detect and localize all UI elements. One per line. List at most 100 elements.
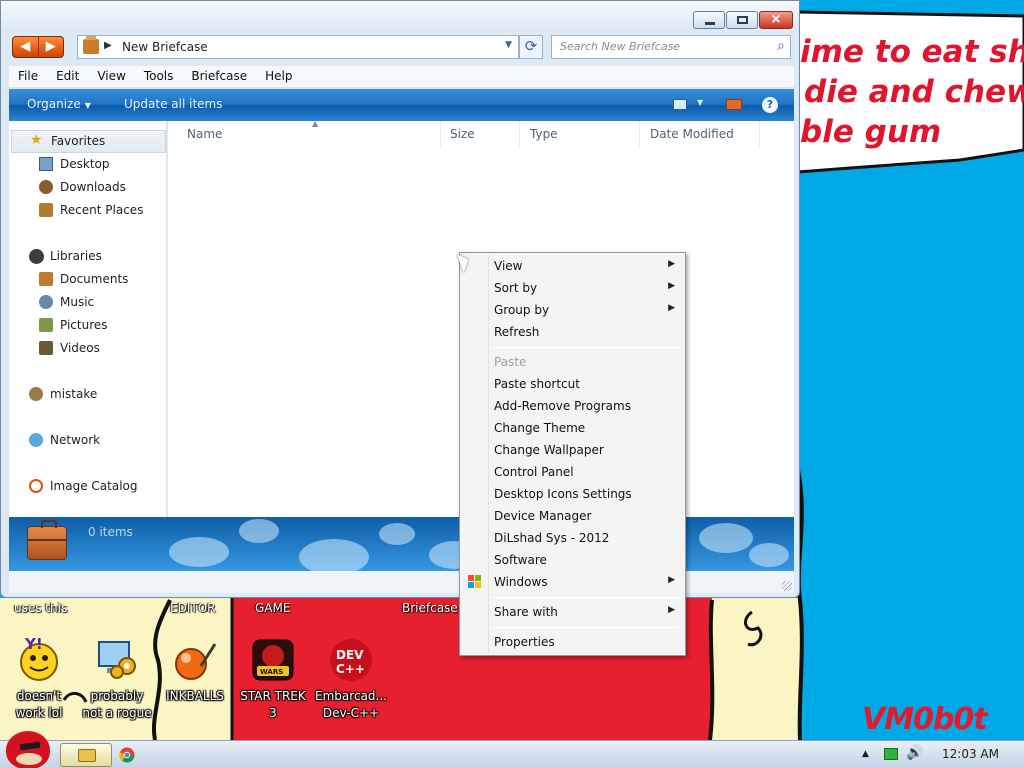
- view-options-dropdown-icon[interactable]: ▼: [697, 98, 703, 107]
- menu-item-label: Paste shortcut: [494, 377, 580, 391]
- taskbar-explorer-button[interactable]: [60, 743, 112, 767]
- star-wars-icon: WARS: [249, 636, 297, 684]
- start-button-angry-bird-icon[interactable]: [6, 731, 50, 768]
- nav-image-catalog-label: Image Catalog: [50, 479, 138, 493]
- change-view-icon[interactable]: [673, 99, 687, 110]
- desktop-icon-inkballs[interactable]: INKBALLS: [157, 636, 233, 705]
- taskbar-clock[interactable]: 12:03 AM: [942, 747, 999, 761]
- menu-item-refresh[interactable]: Refresh: [462, 321, 683, 343]
- window-titlebar[interactable]: ×: [1, 1, 799, 31]
- menu-view[interactable]: View: [88, 66, 134, 87]
- menu-briefcase[interactable]: Briefcase: [182, 66, 256, 87]
- volume-icon[interactable]: 🔊: [906, 745, 923, 761]
- menu-item-label: Sort by: [494, 281, 538, 295]
- nav-documents[interactable]: Documents: [9, 268, 167, 291]
- menu-item-group-by[interactable]: Group by ▶: [462, 299, 683, 321]
- menu-item-desktop-icons-settings[interactable]: Desktop Icons Settings: [462, 483, 683, 505]
- nav-desktop[interactable]: Desktop: [9, 153, 167, 176]
- desktop-icon-computer[interactable]: probably not a rogue: [79, 636, 155, 722]
- preview-pane-icon[interactable]: [726, 99, 742, 110]
- back-arrow-icon[interactable]: ◀: [13, 37, 38, 57]
- search-box[interactable]: ⌕: [551, 35, 791, 59]
- wallpaper-signature: VM0b0t: [862, 702, 988, 737]
- minimize-button[interactable]: [693, 11, 725, 29]
- nav-favorites[interactable]: ★ Favorites: [11, 130, 166, 153]
- menu-item-change-theme[interactable]: Change Theme: [462, 417, 683, 439]
- help-icon[interactable]: ?: [762, 97, 778, 113]
- submenu-arrow-icon: ▶: [668, 605, 675, 615]
- menu-item-windows[interactable]: Windows ▶: [462, 571, 683, 593]
- organize-button[interactable]: Organize ▼: [27, 97, 91, 111]
- menu-item-change-wallpaper[interactable]: Change Wallpaper: [462, 439, 683, 461]
- menu-item-properties[interactable]: Properties: [462, 631, 683, 653]
- nav-libraries[interactable]: Libraries: [9, 245, 167, 268]
- address-bar[interactable]: ▶ New Briefcase ▼: [77, 35, 519, 59]
- nav-favorites-label: Favorites: [51, 134, 106, 148]
- column-size-label: Size: [450, 127, 475, 141]
- breadcrumb-separator-icon[interactable]: ▶: [104, 40, 112, 51]
- desktop-icon-label: STAR TREK 3: [240, 689, 306, 720]
- decor-bubble: [379, 523, 415, 545]
- column-header-date-modified[interactable]: Date Modified: [639, 121, 760, 147]
- nav-network-label: Network: [50, 433, 101, 447]
- libraries-icon: [29, 249, 44, 264]
- menu-item-device-manager[interactable]: Device Manager: [462, 505, 683, 527]
- menu-item-view[interactable]: View ▶: [462, 255, 683, 277]
- nav-recent-places[interactable]: Recent Places: [9, 199, 167, 222]
- menu-item-label: View: [494, 259, 523, 273]
- inkball-icon: [171, 636, 219, 684]
- close-button[interactable]: ×: [759, 11, 793, 29]
- nav-music[interactable]: Music: [9, 291, 167, 314]
- menu-item-sort-by[interactable]: Sort by ▶: [462, 277, 683, 299]
- nav-mistake[interactable]: mistake: [9, 383, 167, 406]
- resize-grip-icon[interactable]: [782, 581, 792, 591]
- desktop-icon-star-trek[interactable]: WARS STAR TREK 3: [235, 636, 311, 722]
- menu-tools[interactable]: Tools: [135, 66, 183, 87]
- menu-help[interactable]: Help: [256, 66, 301, 87]
- nav-pictures-label: Pictures: [60, 318, 108, 332]
- nav-network[interactable]: Network: [9, 429, 167, 452]
- context-menu: View ▶ Sort by ▶ Group by ▶ Refresh Paste P…: [459, 252, 686, 656]
- search-input[interactable]: [560, 40, 770, 53]
- desktop-icon-yahoo[interactable]: Y! doesn't work lol: [1, 635, 77, 722]
- menu-item-label: DiLshad Sys - 2012: [494, 531, 610, 545]
- nav-downloads[interactable]: Downloads: [9, 176, 167, 199]
- column-header-type[interactable]: Type: [519, 121, 640, 147]
- menu-item-control-panel[interactable]: Control Panel: [462, 461, 683, 483]
- update-all-button[interactable]: Update all items: [124, 97, 222, 111]
- nav-pictures[interactable]: Pictures: [9, 314, 167, 337]
- menu-item-paste: Paste: [462, 351, 683, 373]
- nav-libraries-label: Libraries: [50, 249, 102, 263]
- network-status-icon[interactable]: [884, 748, 898, 760]
- forward-arrow-icon[interactable]: ▶: [37, 37, 64, 57]
- menu-separator: [491, 597, 682, 598]
- menu-file[interactable]: File: [9, 66, 47, 87]
- menu-item-software[interactable]: Software: [462, 549, 683, 571]
- menu-item-add-remove-programs[interactable]: Add-Remove Programs: [462, 395, 683, 417]
- nav-videos[interactable]: Videos: [9, 337, 167, 360]
- nav-image-catalog[interactable]: Image Catalog: [9, 475, 167, 498]
- svg-text:Y!: Y!: [24, 636, 43, 653]
- breadcrumb[interactable]: New Briefcase: [122, 40, 208, 54]
- menu-item-paste-shortcut[interactable]: Paste shortcut: [462, 373, 683, 395]
- column-header-name[interactable]: Name ▲: [176, 119, 441, 147]
- menu-item-label: Control Panel: [494, 465, 574, 479]
- nav-mistake-label: mistake: [50, 387, 98, 401]
- menu-item-dilshad-sys[interactable]: DiLshad Sys - 2012: [462, 527, 683, 549]
- decor-bubble: [239, 519, 279, 543]
- panel-label-uses-this: uses this: [14, 601, 68, 615]
- sort-ascending-icon: ▲: [312, 119, 319, 128]
- menu-item-label: Windows: [494, 575, 548, 589]
- menu-item-share-with[interactable]: Share with ▶: [462, 601, 683, 623]
- taskbar-chrome-button[interactable]: [114, 743, 140, 767]
- column-header-size[interactable]: Size: [439, 121, 520, 147]
- menu-edit[interactable]: Edit: [47, 66, 88, 87]
- image-catalog-icon: [29, 479, 43, 493]
- show-hidden-icons-icon[interactable]: ▲: [862, 749, 869, 759]
- search-icon[interactable]: ⌕: [777, 38, 785, 54]
- desktop-icon-devcpp[interactable]: DEV C++ Embarcad... Dev-C++: [313, 636, 389, 722]
- maximize-button[interactable]: [726, 11, 758, 29]
- refresh-icon[interactable]: ⟳: [519, 35, 543, 59]
- svg-text:DEV: DEV: [336, 648, 364, 662]
- address-dropdown-icon[interactable]: ▼: [505, 40, 512, 50]
